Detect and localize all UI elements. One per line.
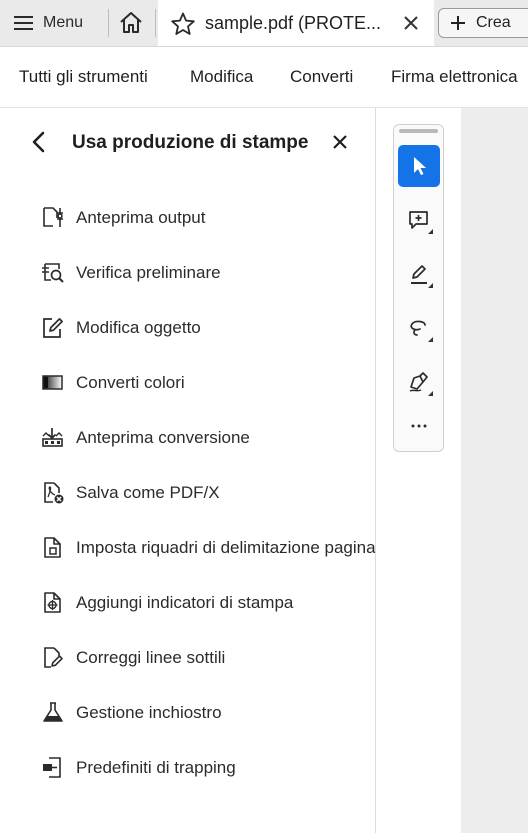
- document-tab[interactable]: sample.pdf (PROTE...: [158, 0, 434, 46]
- menu-button[interactable]: Menu: [14, 10, 83, 36]
- print-production-panel: Usa produzione di stampe Anteprima outpu…: [0, 108, 376, 833]
- tool-label: Predefiniti di trapping: [76, 758, 236, 777]
- output-preview-icon: [43, 207, 63, 227]
- dropdown-indicator: [428, 391, 433, 396]
- select-cursor-icon: [414, 157, 426, 175]
- tool-output-preview[interactable]: Anteprima output: [30, 198, 375, 238]
- sign-button[interactable]: [398, 361, 440, 403]
- tool-trap-presets[interactable]: Predefiniti di trapping: [30, 748, 375, 788]
- menu-label: Menu: [43, 14, 84, 31]
- tool-add-printer-marks[interactable]: Aggiungi indicatori di stampa: [30, 583, 375, 623]
- tool-label: Salva come PDF/X: [76, 483, 220, 502]
- tool-label: Modifica oggetto: [76, 318, 201, 337]
- panel-header: Usa produzione di stampe: [0, 108, 375, 178]
- save-pdfx-icon: [44, 482, 64, 504]
- tools-menu-bar: Tutti gli strumenti Modifica Converti Fi…: [0, 47, 528, 108]
- tool-ink-manager[interactable]: Gestione inchiostro: [30, 693, 375, 733]
- more-icon: [411, 424, 427, 428]
- dropdown-indicator: [428, 337, 433, 342]
- tool-convert-colors[interactable]: Converti colori: [30, 363, 375, 403]
- menu-e-sign[interactable]: Firma elettronica: [391, 67, 518, 87]
- quick-tools-toolbar: [393, 124, 444, 452]
- create-button[interactable]: Crea: [438, 8, 528, 38]
- create-label: Crea: [476, 14, 511, 31]
- edit-object-icon: [43, 318, 63, 338]
- menu-all-tools[interactable]: Tutti gli strumenti: [19, 67, 148, 87]
- tool-save-pdfx[interactable]: Salva come PDF/X: [30, 473, 375, 513]
- home-button[interactable]: [118, 10, 144, 36]
- add-comment-button[interactable]: [398, 199, 440, 241]
- draw-button[interactable]: [398, 307, 440, 349]
- dropdown-indicator: [428, 283, 433, 288]
- more-tools-button[interactable]: [398, 408, 440, 444]
- convert-colors-icon: [42, 375, 63, 390]
- page-boxes-icon: [44, 537, 61, 558]
- fix-hairlines-icon: [44, 647, 63, 668]
- title-bar: Menu sample.pdf (PROTE... Crea: [0, 0, 528, 47]
- flattener-preview-icon: [42, 428, 63, 447]
- menu-convert[interactable]: Converti: [290, 67, 353, 87]
- back-arrow-icon[interactable]: [28, 130, 50, 154]
- ink-manager-icon: [43, 702, 63, 722]
- plus-icon: [451, 16, 465, 30]
- tool-set-page-boxes[interactable]: Imposta riquadri di delimitazione pagina: [30, 528, 375, 568]
- document-canvas[interactable]: [461, 108, 528, 833]
- tab-title: sample.pdf (PROTE...: [205, 13, 382, 33]
- tool-label: Converti colori: [76, 373, 185, 392]
- printer-marks-icon: [44, 592, 61, 613]
- tool-label: Aggiungi indicatori di stampa: [76, 593, 294, 612]
- tool-label: Imposta riquadri di delimitazione pagina: [76, 538, 376, 557]
- tool-label: Anteprima output: [76, 208, 206, 227]
- close-panel-icon[interactable]: [331, 133, 349, 151]
- divider: [155, 9, 156, 37]
- toolbar-grip[interactable]: [399, 129, 438, 133]
- dropdown-indicator: [428, 229, 433, 234]
- menu-edit[interactable]: Modifica: [190, 67, 253, 87]
- trap-presets-icon: [43, 757, 61, 778]
- tool-flattener-preview[interactable]: Anteprima conversione: [30, 418, 375, 458]
- tool-preflight[interactable]: Verifica preliminare: [30, 253, 375, 293]
- divider: [108, 9, 109, 37]
- select-tool-button[interactable]: [398, 145, 440, 187]
- tool-label: Anteprima conversione: [76, 428, 250, 447]
- close-tab-icon[interactable]: [401, 13, 421, 33]
- panel-title: Usa produzione di stampe: [72, 132, 309, 153]
- tool-edit-object[interactable]: Modifica oggetto: [30, 308, 375, 348]
- star-icon[interactable]: [170, 11, 196, 37]
- hamburger-icon: [14, 16, 33, 30]
- tool-fix-hairlines[interactable]: Correggi linee sottili: [30, 638, 375, 678]
- tool-label: Verifica preliminare: [76, 263, 221, 282]
- home-icon: [120, 12, 142, 33]
- preflight-icon: [42, 263, 64, 283]
- tool-label: Correggi linee sottili: [76, 648, 226, 667]
- highlight-button[interactable]: [398, 253, 440, 295]
- tool-label: Gestione inchiostro: [76, 703, 222, 722]
